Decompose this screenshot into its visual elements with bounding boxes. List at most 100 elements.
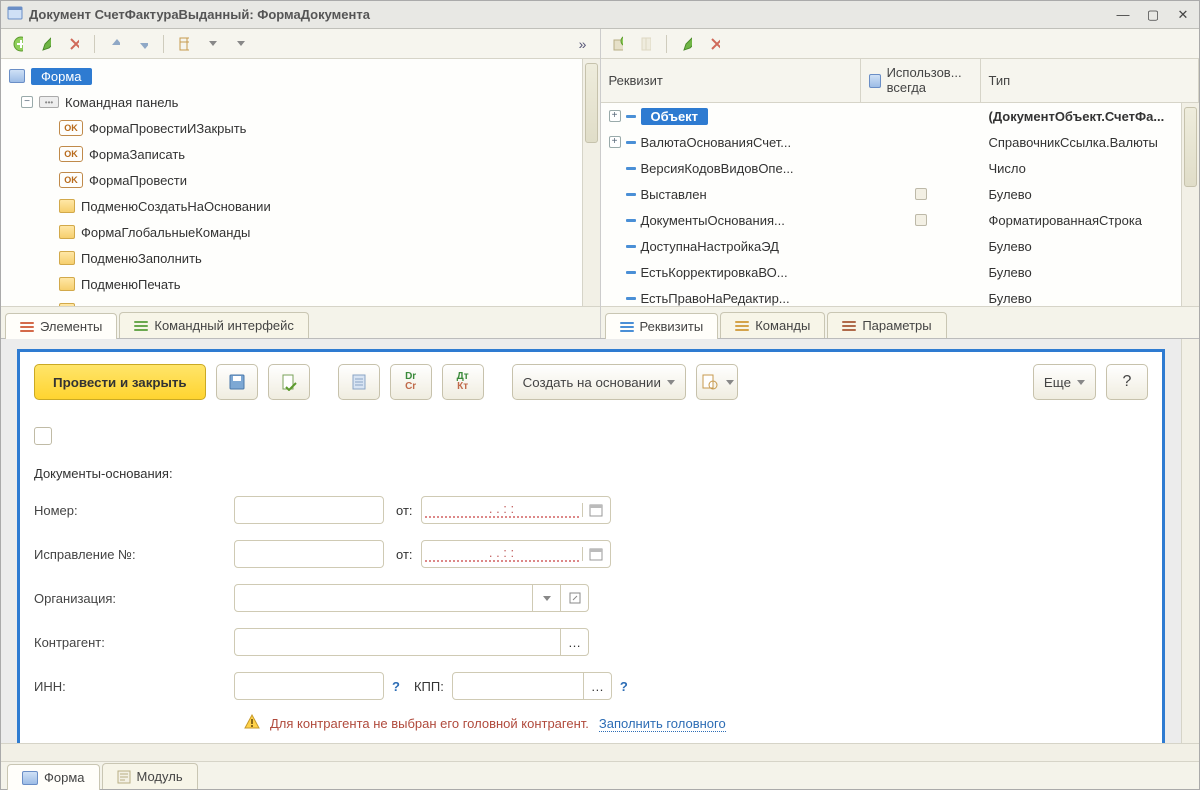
drcr-button[interactable]: DrCr: [390, 364, 432, 400]
counterparty-input[interactable]: …: [234, 628, 589, 656]
ellipsis-icon[interactable]: …: [583, 673, 611, 699]
tree-item[interactable]: ПодменюЗаполнить: [5, 245, 596, 271]
dtkt-button[interactable]: ДтКт: [442, 364, 484, 400]
add-button[interactable]: [7, 33, 29, 55]
edit-button[interactable]: [35, 33, 57, 55]
grid-row[interactable]: ДокументыОснования... ФорматированнаяСтр…: [601, 207, 1200, 233]
kpp-input[interactable]: …: [452, 672, 612, 700]
open-icon[interactable]: [560, 585, 588, 611]
table-button[interactable]: [173, 33, 195, 55]
more-button[interactable]: Еще: [1033, 364, 1096, 400]
expand-icon[interactable]: +: [609, 110, 621, 122]
bottom-tabs: Форма Модуль: [1, 761, 1199, 789]
color-button[interactable]: [201, 33, 223, 55]
inn-label: ИНН:: [34, 679, 234, 694]
checkbox[interactable]: [915, 214, 927, 226]
create-based-button[interactable]: Создать на основании: [512, 364, 686, 400]
settings-button[interactable]: [696, 364, 738, 400]
grid-row[interactable]: ЕстьКорректировкаВО... Булево: [601, 259, 1200, 285]
add-column-button[interactable]: [635, 33, 657, 55]
element-tree[interactable]: Форма − ••• Командная панель OKФормаПров…: [1, 59, 600, 306]
expand-icon[interactable]: +: [609, 136, 621, 148]
register-button[interactable]: [338, 364, 380, 400]
move-down-button[interactable]: [132, 33, 154, 55]
tab-command-interface[interactable]: Командный интерфейс: [119, 312, 309, 338]
tab-elements[interactable]: Элементы: [5, 313, 117, 339]
calendar-icon[interactable]: [582, 503, 610, 517]
kpp-help-icon[interactable]: ?: [620, 679, 628, 694]
correction-date-input[interactable]: . . : :: [421, 540, 611, 568]
scrollbar[interactable]: [1181, 339, 1199, 743]
warning-link[interactable]: Заполнить головного: [599, 716, 726, 732]
checkbox[interactable]: [34, 427, 52, 445]
tree-item[interactable]: ФормаГлобальныеКоманды: [5, 219, 596, 245]
cell-name: ВерсияКодовВидовОпе...: [641, 161, 794, 176]
tree-command-panel[interactable]: − ••• Командная панель: [5, 89, 596, 115]
dropdown-icon[interactable]: [532, 585, 560, 611]
tree-item[interactable]: OKФормаПровестиИЗакрыть: [5, 115, 596, 141]
tab-label: Командный интерфейс: [154, 318, 294, 333]
org-input[interactable]: [234, 584, 589, 612]
grid-row[interactable]: +Объект (ДокументОбъект.СчетФа...: [601, 103, 1200, 129]
tree-item[interactable]: OK ФормаЗаписать: [5, 141, 596, 167]
checkbox[interactable]: [915, 188, 927, 200]
cell-name: ДоступнаНастройкаЭД: [641, 239, 779, 254]
tree-item[interactable]: ПодменюПечать: [5, 271, 596, 297]
inn-help-icon[interactable]: ?: [392, 679, 400, 694]
scrollbar-horizontal[interactable]: [1, 743, 1199, 761]
folder-icon: [59, 199, 75, 213]
column-icon: [869, 74, 881, 88]
scrollbar[interactable]: [1181, 103, 1199, 306]
close-button[interactable]: ✕: [1173, 7, 1193, 23]
calendar-icon[interactable]: [582, 547, 610, 561]
grid-row[interactable]: Выставлен Булево: [601, 181, 1200, 207]
edit-prop-button[interactable]: [676, 33, 698, 55]
tab-props[interactable]: Реквизиты: [605, 313, 719, 339]
post-and-close-button[interactable]: Провести и закрыть: [34, 364, 206, 400]
col-header-type[interactable]: Тип: [981, 59, 1200, 102]
grid-row[interactable]: ДоступнаНастройкаЭД Булево: [601, 233, 1200, 259]
folder-icon: [59, 251, 75, 265]
tree-item[interactable]: OKФормаПровести: [5, 167, 596, 193]
more-button[interactable]: »: [572, 33, 594, 55]
tree-root-label: Форма: [31, 68, 92, 85]
tab-form[interactable]: Форма: [7, 764, 100, 790]
delete-button[interactable]: [63, 33, 85, 55]
save-button[interactable]: [216, 364, 258, 400]
tab-module[interactable]: Модуль: [102, 763, 198, 789]
number-input[interactable]: [234, 496, 384, 524]
ok-icon: OK: [59, 146, 83, 162]
minimize-button[interactable]: —: [1113, 7, 1133, 23]
tree-item[interactable]: ПодменюЭДО: [5, 297, 596, 306]
collapse-icon[interactable]: −: [21, 96, 33, 108]
post-button[interactable]: [268, 364, 310, 400]
prop-icon: [626, 193, 636, 196]
correction-input[interactable]: [234, 540, 384, 568]
maximize-button[interactable]: ▢: [1143, 7, 1163, 23]
tree-item-label: ФормаГлобальныеКоманды: [81, 225, 250, 240]
scrollbar[interactable]: [582, 59, 600, 306]
move-up-button[interactable]: [104, 33, 126, 55]
delete-prop-button[interactable]: [704, 33, 726, 55]
col-header-name[interactable]: Реквизит: [601, 59, 861, 102]
tab-params[interactable]: Параметры: [827, 312, 946, 338]
col-header-always[interactable]: Использов... всегда: [861, 59, 981, 102]
tree-item-label: ФормаЗаписать: [89, 147, 185, 162]
grid-row[interactable]: +ВалютаОснованияСчет... СправочникСсылка…: [601, 129, 1200, 155]
ellipsis-icon[interactable]: …: [560, 629, 588, 655]
tab-commands[interactable]: Команды: [720, 312, 825, 338]
grid-row[interactable]: ЕстьПравоНаРедактир... Булево: [601, 285, 1200, 306]
list-button[interactable]: [229, 33, 251, 55]
tree-root[interactable]: Форма: [5, 63, 596, 89]
tree-item[interactable]: ПодменюСоздатьНаОсновании: [5, 193, 596, 219]
folder-icon: [59, 225, 75, 239]
date-input[interactable]: . . : :: [421, 496, 611, 524]
window: Документ СчетФактураВыданный: ФормаДокум…: [0, 0, 1200, 790]
add-prop-button[interactable]: [607, 33, 629, 55]
from-label: от:: [396, 503, 413, 518]
props-grid[interactable]: +Объект (ДокументОбъект.СчетФа... +Валют…: [601, 103, 1200, 306]
grid-row[interactable]: ВерсияКодовВидовОпе... Число: [601, 155, 1200, 181]
cmd-interface-icon: [134, 319, 148, 333]
inn-input[interactable]: [234, 672, 384, 700]
help-button[interactable]: ?: [1106, 364, 1148, 400]
